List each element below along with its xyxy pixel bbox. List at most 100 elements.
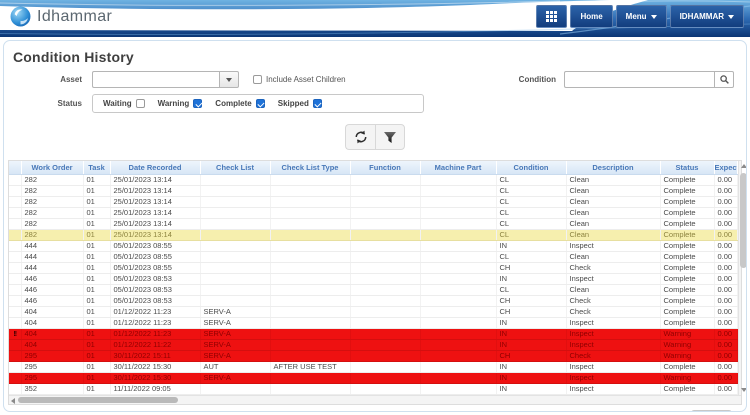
table-cell: 01: [83, 196, 111, 208]
nav-home-button[interactable]: Home: [570, 5, 613, 28]
logo: Idhammar: [10, 6, 112, 27]
table-cell: [420, 317, 497, 329]
column-header[interactable]: Machine Part: [420, 161, 497, 175]
pager-first-button[interactable]: [569, 410, 587, 411]
table-cell: 0.00: [714, 317, 738, 329]
column-header[interactable]: Function: [350, 161, 421, 175]
table-cell: [200, 207, 271, 219]
table-cell: 01: [83, 317, 111, 329]
vertical-scroll-thumb[interactable]: [740, 173, 746, 268]
table-row[interactable]: !! 404 01 01/12/2022 11:23 SERV-A IN Inspect Wa…: [9, 328, 738, 340]
status-option: Complete: [215, 99, 265, 108]
table-cell: CL: [496, 196, 567, 208]
status-checkbox-skipped[interactable]: [312, 99, 322, 108]
table-row[interactable]: 295 01 30/11/2022 15:11 SERV-A CH Check Warnin…: [9, 350, 738, 362]
include-asset-children-checkbox[interactable]: [253, 75, 262, 84]
table-cell: IN: [496, 372, 567, 384]
table-row[interactable]: 446 01 05/01/2023 08:53 IN Inspect Complete 0.…: [9, 273, 738, 285]
table-cell: [200, 218, 271, 230]
content-panel: Condition History Asset Include Asset Ch…: [3, 40, 747, 412]
grid-toolbar: [4, 124, 746, 150]
table-row[interactable]: 282 01 25/01/2023 13:14 CL Clean Complete 0.00: [9, 196, 738, 208]
table-row[interactable]: 282 01 25/01/2023 13:14 CL Clean Complete 0.00: [9, 229, 738, 241]
vertical-scrollbar[interactable]: [737, 161, 746, 395]
column-header[interactable]: Expected: [714, 161, 738, 175]
table-cell: Complete: [660, 383, 715, 395]
table-cell: [200, 251, 271, 263]
search-icon: [719, 75, 729, 84]
asset-input[interactable]: [92, 71, 219, 88]
pager-prev-button[interactable]: [592, 410, 610, 411]
table-row[interactable]: 282 01 25/01/2023 13:14 CL Clean Complete 0.00: [9, 218, 738, 230]
condition-search-button[interactable]: [714, 71, 734, 88]
table-cell: Warning: [660, 328, 715, 340]
table-row[interactable]: 295 01 30/11/2022 15:30 SERV-A IN Inspect Warn…: [9, 372, 738, 384]
scroll-down-icon: [740, 387, 746, 392]
table-cell: 0.00: [714, 383, 738, 395]
column-header[interactable]: Work Order: [21, 161, 84, 175]
table-row[interactable]: 444 01 05/01/2023 08:55 CL Clean Complete 0.00: [9, 251, 738, 263]
status-checkbox-waiting[interactable]: [135, 99, 145, 108]
horizontal-scroll-thumb[interactable]: [18, 397, 178, 403]
status-checkbox-complete[interactable]: [255, 99, 265, 108]
column-header[interactable]: Task: [83, 161, 111, 175]
table-row[interactable]: 282 01 25/01/2023 13:14 CL Clean Complete 0.00: [9, 207, 738, 219]
table-cell: 01: [83, 328, 111, 340]
pager-next-button[interactable]: [615, 410, 633, 411]
table-cell: 0.00: [714, 251, 738, 263]
table-cell: [270, 218, 351, 230]
status-checkbox-warning[interactable]: [193, 99, 203, 108]
table-row[interactable]: 446 01 05/01/2023 08:53 CL Clean Complete 0.00: [9, 284, 738, 296]
table-cell: [420, 383, 497, 395]
column-header[interactable]: Description: [566, 161, 661, 175]
table-cell: [420, 207, 497, 219]
caret-down-icon: [226, 77, 232, 82]
table-cell: Complete: [660, 240, 715, 252]
table-row[interactable]: 295 01 30/11/2022 15:30 AUT AFTER USE TEST IN…: [9, 361, 738, 373]
table-cell: Inspect: [566, 328, 661, 340]
horizontal-scrollbar[interactable]: [9, 394, 741, 404]
page-size-dropdown-button[interactable]: [715, 410, 731, 411]
table-row[interactable]: 404 01 01/12/2022 11:23 SERV-A CH Check Comple…: [9, 306, 738, 318]
table-row[interactable]: 404 01 01/12/2022 11:22 SERV-A IN Inspect Warn…: [9, 339, 738, 351]
table-cell: [420, 306, 497, 318]
table-row[interactable]: 446 01 05/01/2023 08:53 CH Check Complete 0.00: [9, 295, 738, 307]
table-cell: 01/12/2022 11:23: [110, 306, 201, 318]
table-cell: [270, 284, 351, 296]
page-size-select[interactable]: 50: [691, 409, 732, 411]
table-cell: Complete: [660, 284, 715, 296]
apps-menu-button[interactable]: [536, 5, 568, 28]
table-cell: 01: [83, 383, 111, 395]
table-cell: 30/11/2022 15:30: [110, 372, 201, 384]
column-header[interactable]: Check List: [200, 161, 271, 175]
column-header[interactable]: Date Recorded: [110, 161, 201, 175]
nav-user-button[interactable]: IDHAMMAR: [669, 5, 744, 28]
nav-menu-button[interactable]: Menu: [615, 5, 667, 28]
table-row[interactable]: 282 01 25/01/2023 13:14 CL Clean Complete 0.00: [9, 174, 738, 186]
table-cell: [420, 185, 497, 197]
table-row[interactable]: 444 01 05/01/2023 08:55 CH Check Complete 0.00: [9, 262, 738, 274]
condition-input[interactable]: [564, 71, 714, 88]
table-cell: 01/12/2022 11:22: [110, 339, 201, 351]
table-cell: Complete: [660, 207, 715, 219]
table-cell: [350, 361, 421, 373]
table-cell: [270, 207, 351, 219]
table-cell: CH: [496, 306, 567, 318]
table-cell: [350, 350, 421, 362]
asset-dropdown-button[interactable]: [219, 71, 239, 88]
table-row[interactable]: 282 01 25/01/2023 13:14 CL Clean Complete 0.00: [9, 185, 738, 197]
column-header-icon: [9, 161, 22, 175]
table-row[interactable]: 404 01 01/12/2022 11:23 SERV-A IN Inspect Comp…: [9, 317, 738, 329]
column-header[interactable]: Condition: [496, 161, 567, 175]
pager-last-button[interactable]: [638, 410, 656, 411]
refresh-button[interactable]: [345, 124, 375, 150]
table-row[interactable]: 444 01 05/01/2023 08:55 IN Inspect Complete 0.…: [9, 240, 738, 252]
nav-home-label: Home: [580, 12, 603, 21]
condition-label: Condition: [518, 75, 556, 84]
table-cell: CL: [496, 284, 567, 296]
column-header[interactable]: Check List Type: [270, 161, 351, 175]
column-header[interactable]: Status: [660, 161, 715, 175]
filter-button[interactable]: [375, 124, 405, 150]
table-row[interactable]: 352 01 11/11/2022 09:05 IN Inspect Complete 0.…: [9, 383, 738, 395]
table-cell: Check: [566, 350, 661, 362]
